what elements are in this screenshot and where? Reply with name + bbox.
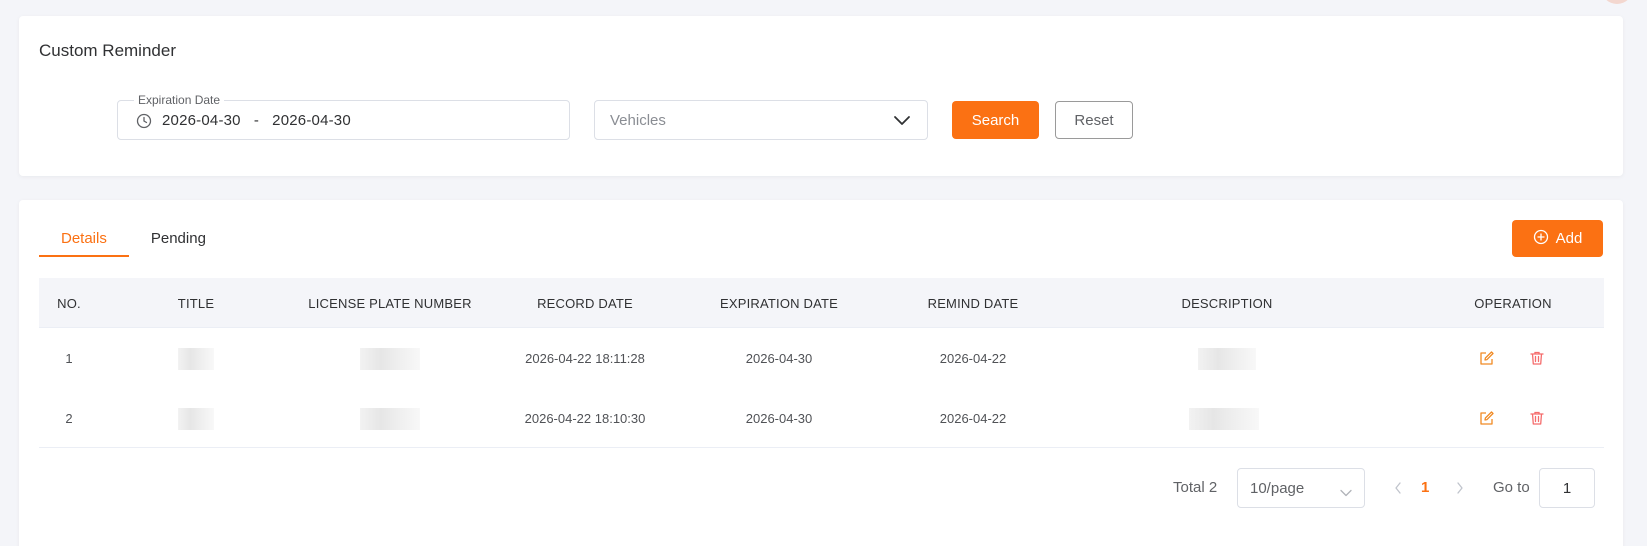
tab-bar: Details Pending [39,220,228,257]
tab-pending[interactable]: Pending [129,220,228,257]
filter-panel: Custom Reminder Expiration Date 2026-04-… [19,16,1623,176]
page-size-select[interactable]: 10/page [1237,468,1365,508]
table-row: 2 2026-04-22 18:10:30 2026-04-30 2026-04… [39,388,1604,448]
header-expiration-date: EXPIRATION DATE [719,296,839,311]
page-number-current[interactable]: 1 [1421,479,1429,496]
chevron-right-icon[interactable] [1455,481,1465,500]
chevron-down-icon [893,114,911,132]
cell-expiration-date: 2026-04-30 [745,411,813,426]
date-separator: - [253,112,260,129]
chevron-down-icon [1340,484,1352,502]
edit-icon[interactable] [1479,410,1495,431]
redacted-license-plate [360,408,420,430]
cell-expiration-date: 2026-04-30 [745,351,813,366]
header-title: TITLE [177,296,215,311]
goto-page-input[interactable]: 1 [1539,468,1595,508]
redacted-title [178,408,214,430]
total-count: Total 2 [1173,479,1218,496]
cell-no: 2 [65,411,73,426]
date-range-text[interactable]: 2026-04-30 - 2026-04-30 [162,112,351,129]
tab-details[interactable]: Details [39,220,129,257]
header-license-plate: LICENSE PLATE NUMBER [308,296,472,311]
page-size-value: 10/page [1250,480,1305,497]
goto-label: Go to [1493,479,1530,496]
table-header: NO. TITLE LICENSE PLATE NUMBER RECORD DA… [39,278,1604,328]
cell-no: 1 [65,351,73,366]
cell-remind-date: 2026-04-22 [939,411,1007,426]
table-row: 1 2026-04-22 18:11:28 2026-04-30 2026-04… [39,328,1604,388]
search-button[interactable]: Search [952,101,1039,139]
cell-remind-date: 2026-04-22 [939,351,1007,366]
header-record-date: RECORD DATE [537,296,633,311]
avatar[interactable] [1601,0,1633,4]
header-operation: OPERATION [1474,296,1552,311]
edit-icon[interactable] [1479,350,1495,371]
page-title: Custom Reminder [39,41,176,60]
plus-circle-icon [1533,229,1549,249]
date-end[interactable]: 2026-04-30 [272,112,351,129]
trash-icon[interactable] [1529,350,1545,371]
pagination: Total 2 10/page 1 Go to 1 [19,468,1623,508]
cell-record-date: 2026-04-22 18:10:30 [524,411,646,426]
records-panel: Details Pending Add NO. TITLE LICENSE PL… [19,200,1623,546]
header-description: DESCRIPTION [1181,296,1273,311]
header-remind-date: REMIND DATE [927,296,1019,311]
expiration-date-range-picker[interactable]: Expiration Date 2026-04-30 - 2026-04-30 [117,93,570,140]
redacted-description [1198,348,1256,370]
reset-button[interactable]: Reset [1055,101,1133,139]
redacted-title [178,348,214,370]
add-button-label: Add [1555,230,1583,247]
date-start[interactable]: 2026-04-30 [162,112,241,129]
vehicles-placeholder: Vehicles [610,112,666,129]
header-no: NO. [57,296,81,311]
vehicles-select[interactable]: Vehicles [594,100,928,140]
trash-icon[interactable] [1529,410,1545,431]
add-button[interactable]: Add [1512,220,1603,257]
redacted-license-plate [360,348,420,370]
cell-record-date: 2026-04-22 18:11:28 [525,351,645,366]
expiration-date-label: Expiration Date [134,93,225,107]
clock-icon [136,113,152,134]
chevron-left-icon[interactable] [1393,481,1403,500]
redacted-description [1189,408,1259,430]
